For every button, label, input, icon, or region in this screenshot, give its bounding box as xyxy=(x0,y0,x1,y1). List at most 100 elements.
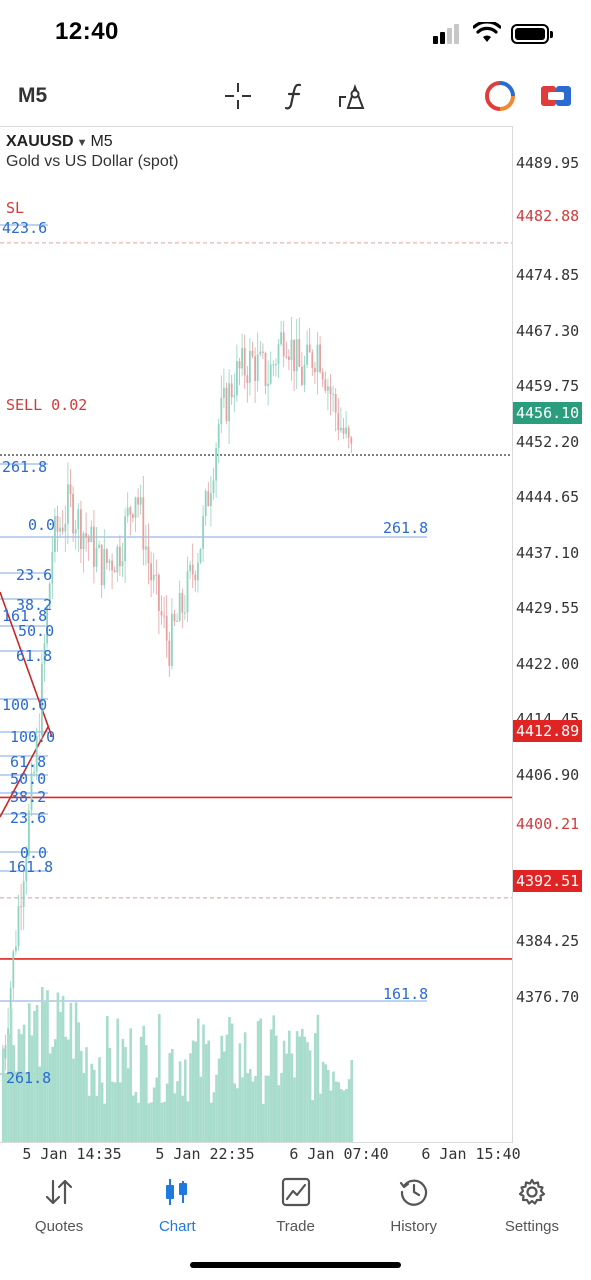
fibo-label: 161.8 xyxy=(383,985,429,1003)
indicator-function-icon[interactable] xyxy=(279,80,311,112)
price-chart-canvas[interactable] xyxy=(0,127,513,1143)
chart-candles-icon xyxy=(161,1176,193,1208)
fibo-label: 100.0 xyxy=(10,728,56,746)
drawing-objects-icon[interactable] xyxy=(336,80,368,112)
candle-body xyxy=(228,383,230,422)
trade-chart-icon xyxy=(280,1176,312,1208)
candle-body xyxy=(121,561,124,567)
time-axis[interactable]: 5 Jan 14:35 5 Jan 22:35 6 Jan 07:40 6 Ja… xyxy=(0,1143,520,1168)
candle-body xyxy=(220,397,223,425)
candle-body xyxy=(93,526,95,567)
volume-bar xyxy=(48,1053,52,1142)
volume-bar xyxy=(51,1046,54,1142)
volume-bar xyxy=(298,1036,301,1142)
volume-bar xyxy=(259,1018,262,1142)
nav-settings[interactable]: Settings xyxy=(473,1168,591,1246)
candle-body xyxy=(342,427,345,434)
candle-body xyxy=(246,375,249,383)
home-indicator xyxy=(190,1262,401,1268)
volume-bar xyxy=(204,1044,208,1142)
candle-body xyxy=(20,906,22,908)
candle-body xyxy=(106,549,108,563)
volume-bar xyxy=(202,1024,205,1142)
volume-bar xyxy=(160,1102,164,1142)
volume-bar xyxy=(207,1040,210,1142)
candle-body xyxy=(111,560,113,571)
candle-body xyxy=(22,881,25,908)
volume-bar xyxy=(119,1082,122,1142)
candle-body xyxy=(306,344,308,365)
volume-bar xyxy=(256,1020,260,1142)
volume-bar xyxy=(321,1061,325,1142)
candle-body xyxy=(82,533,85,550)
candle-body xyxy=(241,348,243,369)
volume-bar xyxy=(277,1085,281,1142)
nav-history[interactable]: History xyxy=(355,1168,473,1246)
candle-body xyxy=(137,497,139,505)
candle-body xyxy=(186,571,189,613)
volume-bar xyxy=(116,1018,119,1142)
volume-bar xyxy=(345,1088,348,1142)
symbol-timeframe: M5 xyxy=(90,133,113,150)
volume-bar xyxy=(134,1091,138,1142)
candle-body xyxy=(295,339,298,372)
candle-body xyxy=(345,427,347,434)
symbol-header[interactable]: XAUUSD ▼ M5 xyxy=(6,133,113,151)
volume-bar xyxy=(301,1028,304,1142)
candle-body xyxy=(152,574,155,581)
candle-body xyxy=(77,509,80,530)
volume-bar xyxy=(173,1093,177,1142)
volume-bar xyxy=(236,1088,239,1142)
sell-order-label[interactable]: SELL 0.02 xyxy=(6,396,87,414)
time-tick: 5 Jan 22:35 xyxy=(155,1145,255,1163)
volume-bar xyxy=(197,1018,200,1142)
price-tick: 4467.30 xyxy=(516,322,580,340)
sl-label[interactable]: SL xyxy=(6,199,24,217)
volume-bar xyxy=(288,1030,291,1142)
candle-body xyxy=(269,364,272,384)
volume-bar xyxy=(7,1033,10,1142)
candle-body xyxy=(119,546,121,567)
candle-body xyxy=(95,547,98,567)
fibo-label: 38.2 xyxy=(10,788,47,806)
nav-quotes[interactable]: Quotes xyxy=(0,1168,118,1246)
volume-bar xyxy=(74,1002,78,1142)
candle-body xyxy=(280,332,282,345)
price-tick: 4429.55 xyxy=(516,599,580,617)
candle-body xyxy=(15,946,17,952)
timeframe-selector[interactable]: M5 xyxy=(18,84,47,108)
candle-body xyxy=(254,356,256,381)
one-click-trading-icon[interactable] xyxy=(540,80,572,112)
volume-bar xyxy=(290,1053,294,1142)
candle-body xyxy=(259,351,262,355)
candle-body xyxy=(230,383,233,398)
price-axis[interactable]: 4489.95 4482.88 4474.85 4467.30 4459.75 … xyxy=(513,126,591,1143)
fibo-label: 0.0 xyxy=(28,516,56,534)
chart-area[interactable]: XAUUSD ▼ M5 Gold vs US Dollar (spot) SL SE… xyxy=(0,126,591,1168)
volume-bar xyxy=(189,1053,192,1142)
chart-plot[interactable]: XAUUSD ▼ M5 Gold vs US Dollar (spot) SL SE… xyxy=(0,126,513,1143)
crosshair-icon[interactable] xyxy=(222,80,254,112)
candle-body xyxy=(160,610,163,616)
candle-body xyxy=(301,366,303,385)
candle-body xyxy=(217,424,220,449)
volume-bar xyxy=(54,1039,57,1142)
volume-bar xyxy=(347,1079,351,1142)
volume-bar xyxy=(262,1103,265,1142)
nav-trade[interactable]: Trade xyxy=(236,1168,354,1246)
candle-body xyxy=(319,344,321,372)
fibo-label: 50.0 xyxy=(10,770,47,788)
volume-bar xyxy=(342,1090,346,1142)
price-tick: 4474.85 xyxy=(516,266,580,284)
account-status-icon[interactable] xyxy=(484,80,516,112)
candle-body xyxy=(147,546,150,564)
candle-body xyxy=(311,352,314,369)
candle-body xyxy=(264,352,267,387)
nav-chart[interactable]: Chart xyxy=(118,1168,236,1246)
candle-body xyxy=(272,364,275,366)
battery-icon xyxy=(511,24,553,44)
candle-body xyxy=(223,387,225,398)
candle-body xyxy=(285,356,288,358)
candle-body xyxy=(98,544,100,548)
volume-bar xyxy=(225,1034,229,1142)
